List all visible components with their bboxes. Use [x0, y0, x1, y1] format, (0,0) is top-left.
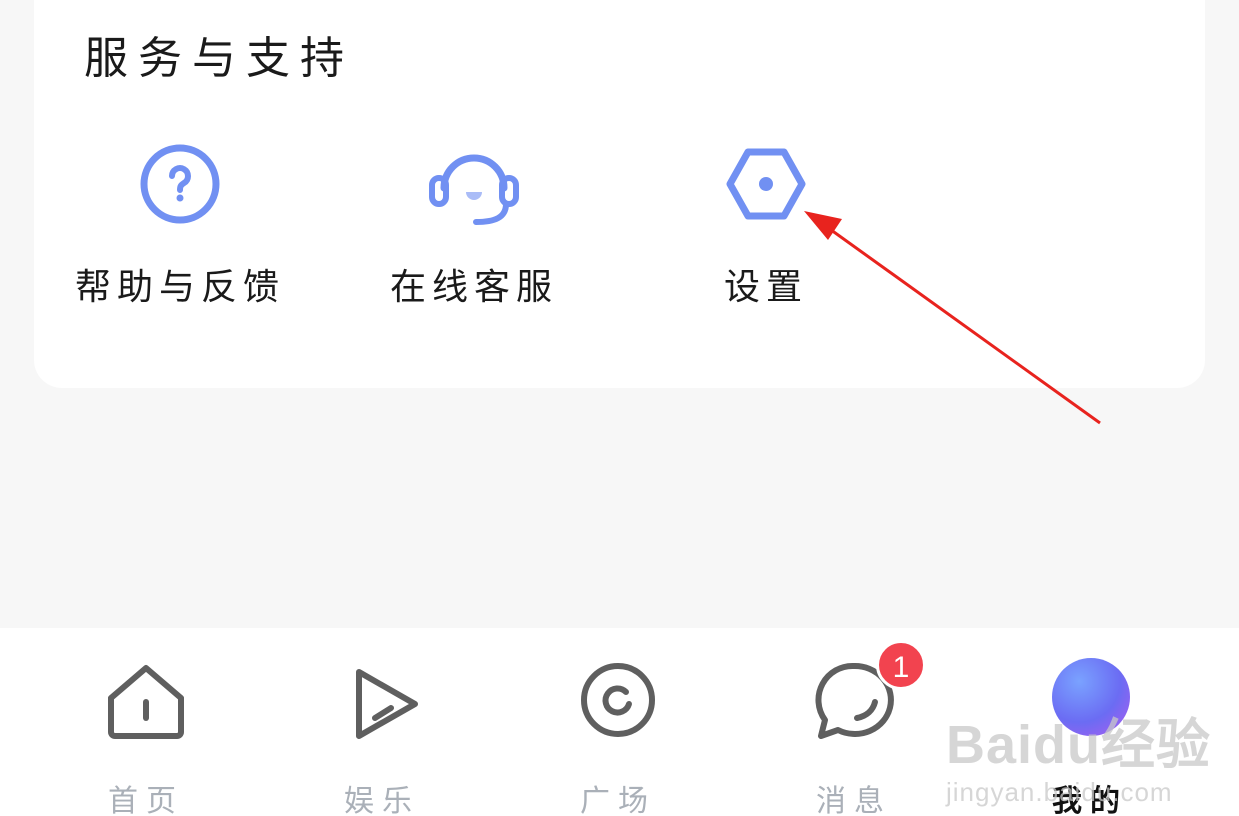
service-settings[interactable]: 设置 — [656, 140, 876, 310]
help-icon — [140, 144, 220, 224]
tab-plaza[interactable]: 广场 — [548, 658, 688, 816]
headset-icon — [429, 154, 519, 225]
section-title: 服务与支持 — [84, 33, 354, 84]
message-badge: 1 — [876, 640, 926, 690]
home-icon — [108, 665, 184, 739]
tab-label: 广场 — [580, 784, 656, 816]
service-label: 在线客服 — [389, 267, 558, 308]
tab-label: 娱乐 — [344, 784, 420, 816]
service-label: 帮助与反馈 — [74, 267, 285, 308]
baidu-watermark: Baidu经验 jingyan.baidu.com — [946, 700, 1211, 808]
watermark-url: jingyan.baidu.com — [946, 777, 1173, 807]
service-label: 设置 — [723, 267, 808, 308]
service-online-support[interactable]: 在线客服 — [364, 140, 584, 310]
tab-label: 首页 — [108, 784, 184, 816]
tab-entertainment[interactable]: 娱乐 — [312, 658, 452, 816]
service-help-feedback[interactable]: 帮助与反馈 — [70, 140, 290, 310]
plaza-icon — [581, 663, 655, 737]
play-icon — [356, 669, 418, 739]
tab-home[interactable]: 首页 — [76, 658, 216, 816]
watermark-brand: Baidu经验 — [946, 715, 1212, 775]
tab-label: 消息 — [816, 784, 892, 816]
settings-icon — [726, 148, 806, 220]
